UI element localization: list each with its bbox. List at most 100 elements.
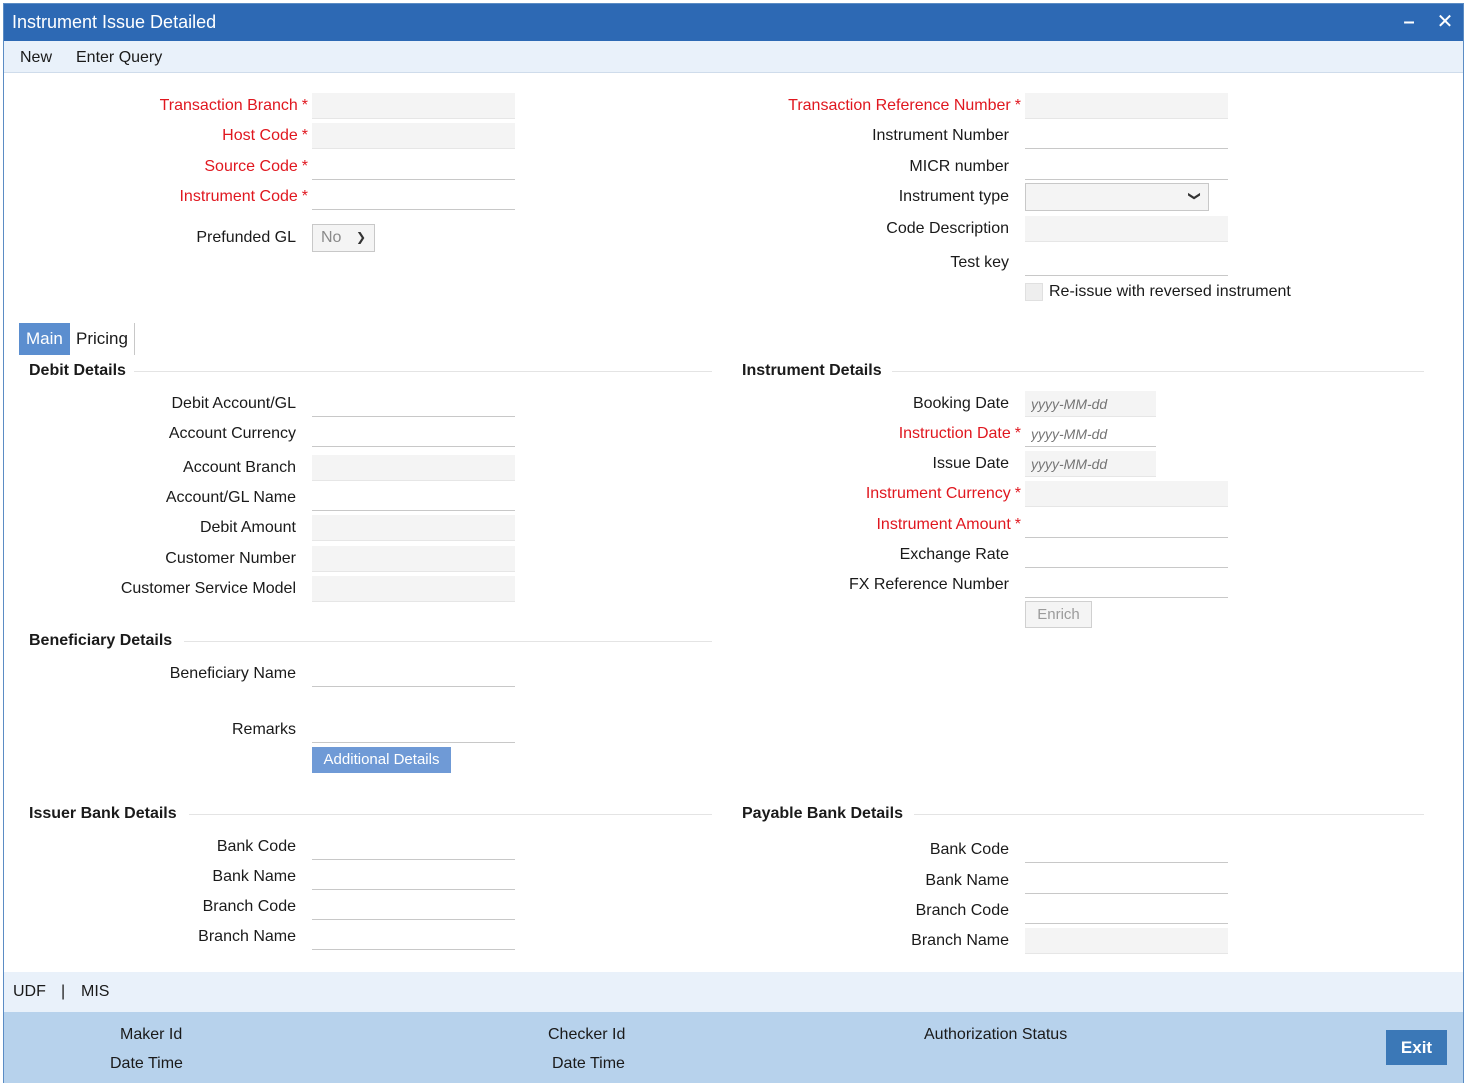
maker-id-label: Maker Id (120, 1026, 183, 1043)
issuer-branch-code-label: Branch Code (202, 898, 296, 915)
exchange-rate-field[interactable] (1025, 542, 1228, 568)
beneficiary-details-title: Beneficiary Details (29, 632, 173, 649)
remarks-field[interactable] (312, 717, 515, 743)
debit-account-gl-field[interactable] (312, 391, 515, 417)
tab-pricing[interactable]: Pricing (69, 323, 135, 355)
issuer-bank-name-field[interactable] (312, 864, 515, 890)
title-bar: Instrument Issue Detailed – ✕ (4, 4, 1463, 41)
prefunded-gl-value: No (321, 229, 342, 246)
issuer-bank-name-label: Bank Name (212, 868, 296, 885)
transaction-branch-field[interactable] (312, 93, 515, 119)
customer-number-label: Customer Number (165, 550, 296, 567)
beneficiary-details-divider (184, 641, 712, 642)
code-description-label: Code Description (886, 220, 1009, 237)
debit-details-divider (134, 371, 712, 372)
payable-bank-name-field[interactable] (1025, 868, 1228, 894)
udf-link[interactable]: UDF (13, 983, 46, 1001)
issuer-bank-details-divider (189, 814, 712, 815)
chevron-down-icon: ❯ (1187, 190, 1202, 202)
transaction-reference-number-label: Transaction Reference Number * (788, 97, 1021, 114)
micr-number-label: MICR number (909, 158, 1009, 175)
issuer-bank-code-field[interactable] (312, 834, 515, 860)
transaction-branch-label: Transaction Branch * (159, 97, 308, 114)
reissue-checkbox[interactable] (1025, 283, 1043, 301)
account-gl-name-label: Account/GL Name (165, 489, 296, 506)
beneficiary-name-field[interactable] (312, 661, 515, 687)
reissue-label: Re-issue with reversed instrument (1049, 283, 1291, 300)
issuer-bank-details-title: Issuer Bank Details (29, 805, 177, 822)
toolbar: New Enter Query (4, 41, 1463, 73)
checker-id-label: Checker Id (548, 1026, 626, 1043)
customer-number-field[interactable] (312, 546, 515, 572)
micr-number-field[interactable] (1025, 154, 1228, 180)
additional-details-button[interactable]: Additional Details (312, 747, 451, 773)
instrument-currency-label: Instrument Currency * (865, 485, 1021, 502)
instruction-date-label: Instruction Date * (898, 425, 1021, 442)
minimize-icon[interactable]: – (1398, 10, 1420, 34)
customer-service-model-label: Customer Service Model (120, 580, 296, 597)
debit-account-gl-label: Debit Account/GL (171, 395, 296, 412)
account-gl-name-field[interactable] (312, 485, 515, 511)
issue-date-field[interactable] (1025, 451, 1156, 477)
udf-mis-separator: | (61, 983, 66, 1000)
account-branch-field[interactable] (312, 455, 515, 481)
tab-main[interactable]: Main (19, 323, 70, 355)
audit-footer: Maker Id Date Time Checker Id Date Time … (4, 1012, 1463, 1083)
instrument-amount-label: Instrument Amount * (876, 516, 1021, 533)
payable-branch-code-field[interactable] (1025, 898, 1228, 924)
enrich-button[interactable]: Enrich (1025, 601, 1092, 628)
mis-link[interactable]: MIS (81, 983, 109, 1001)
account-currency-field[interactable] (312, 421, 515, 447)
issue-date-label: Issue Date (932, 455, 1009, 472)
close-icon[interactable]: ✕ (1434, 10, 1456, 34)
instrument-currency-field[interactable] (1025, 481, 1228, 507)
maker-date-time-label: Date Time (110, 1055, 183, 1072)
account-branch-label: Account Branch (183, 459, 296, 476)
debit-details-title: Debit Details (29, 362, 126, 379)
new-button[interactable]: New (20, 49, 52, 67)
booking-date-label: Booking Date (912, 395, 1009, 412)
issuer-branch-name-field[interactable] (312, 924, 515, 950)
code-description-field[interactable] (1025, 216, 1228, 242)
fx-reference-number-field[interactable] (1025, 572, 1228, 598)
instrument-code-field[interactable] (312, 184, 515, 210)
exit-button[interactable]: Exit (1386, 1030, 1447, 1065)
payable-bank-details-title: Payable Bank Details (742, 805, 903, 822)
booking-date-field[interactable] (1025, 391, 1156, 417)
payable-bank-code-field[interactable] (1025, 837, 1228, 863)
debit-amount-field[interactable] (312, 515, 515, 541)
host-code-field[interactable] (312, 123, 515, 149)
beneficiary-name-label: Beneficiary Name (169, 665, 296, 682)
authorization-status-label: Authorization Status (924, 1026, 1068, 1043)
instrument-type-select[interactable]: ❯ (1025, 183, 1209, 211)
exchange-rate-label: Exchange Rate (899, 546, 1009, 563)
payable-bank-name-label: Bank Name (925, 872, 1009, 889)
host-code-label: Host Code * (222, 127, 308, 144)
instrument-code-label: Instrument Code * (179, 188, 308, 205)
instrument-number-field[interactable] (1025, 123, 1228, 149)
payable-bank-code-label: Bank Code (929, 841, 1009, 858)
prefunded-gl-select[interactable]: No ❯ (312, 224, 375, 252)
prefunded-gl-label: Prefunded GL (196, 229, 296, 246)
debit-amount-label: Debit Amount (199, 519, 296, 536)
transaction-reference-number-field[interactable] (1025, 93, 1228, 119)
issuer-branch-name-label: Branch Name (198, 928, 296, 945)
customer-service-model-field[interactable] (312, 576, 515, 602)
test-key-field[interactable] (1025, 250, 1228, 276)
instrument-issue-window: Instrument Issue Detailed – ✕ New Enter … (3, 3, 1464, 1083)
fx-reference-number-label: FX Reference Number (848, 576, 1009, 593)
payable-branch-name-field[interactable] (1025, 928, 1228, 954)
source-code-field[interactable] (312, 154, 515, 180)
enter-query-button[interactable]: Enter Query (76, 49, 162, 67)
instrument-type-label: Instrument type (898, 188, 1009, 205)
issuer-branch-code-field[interactable] (312, 894, 515, 920)
instrument-details-title: Instrument Details (742, 362, 882, 379)
account-currency-label: Account Currency (168, 425, 296, 442)
payable-branch-code-label: Branch Code (915, 902, 1009, 919)
instruction-date-field[interactable] (1025, 421, 1156, 447)
tab-divider (134, 323, 135, 355)
payable-bank-details-divider (914, 814, 1424, 815)
instrument-amount-field[interactable] (1025, 512, 1228, 538)
issuer-bank-code-label: Bank Code (216, 838, 296, 855)
chevron-down-icon: ❯ (355, 230, 366, 244)
